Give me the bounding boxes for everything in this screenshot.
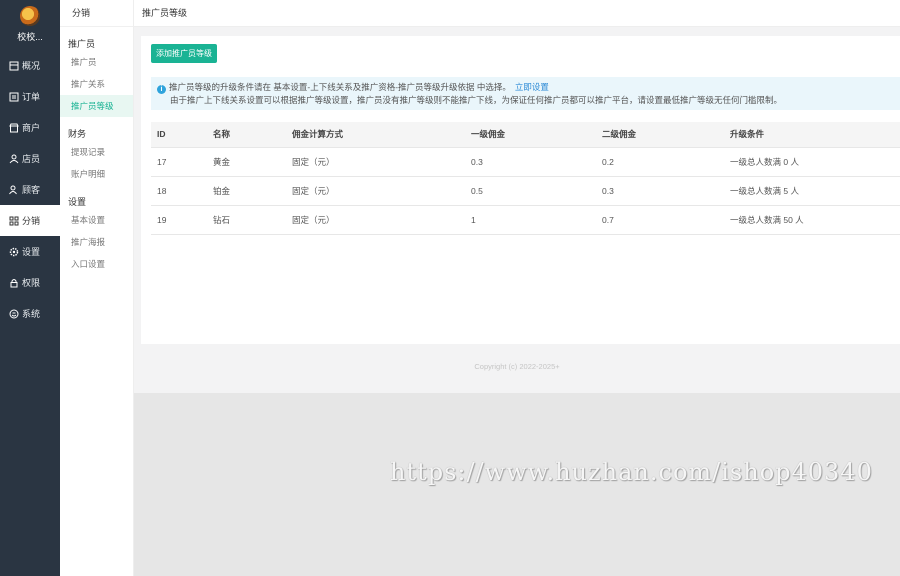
content-area: 添加推广员等级 i 推广员等级的升级条件请在 基本设置-上下线关系及推广资格-推广…: [134, 27, 900, 393]
subnav-item-account-details[interactable]: 账户明细: [60, 163, 133, 185]
shop-logo: [20, 6, 40, 26]
cell-level1-commission: 0.3: [467, 147, 598, 177]
nav-label: 设置: [22, 247, 41, 257]
nav-label: 店员: [22, 154, 41, 164]
staff-icon: [8, 153, 19, 164]
customer-icon: [8, 184, 19, 195]
cell-name: 铂金: [209, 176, 288, 206]
info-icon: i: [157, 85, 166, 94]
cell-level2-commission: 0.7: [598, 205, 726, 235]
cell-name: 黄金: [209, 147, 288, 177]
nav-label: 分销: [22, 216, 41, 226]
nav-item-staff[interactable]: 店员: [0, 143, 60, 174]
nav-item-customers[interactable]: 顾客: [0, 174, 60, 205]
subnav-item-promoter-levels[interactable]: 推广员等级: [60, 95, 133, 117]
shop-name: 校校...: [17, 32, 43, 42]
merchant-icon: [8, 122, 19, 133]
add-level-button[interactable]: 添加推广员等级: [151, 44, 217, 63]
order-icon: [8, 91, 19, 102]
subnav-title: 分销: [60, 0, 133, 27]
subnav-item-promoters[interactable]: 推广员: [60, 51, 133, 73]
nav-item-overview[interactable]: 概况: [0, 50, 60, 81]
col-header-commission-method: 佣金计算方式: [288, 122, 467, 148]
cell-id: 17: [151, 147, 209, 177]
page-title: 推广员等级: [142, 8, 188, 18]
cell-commission-method: 固定（元）: [288, 176, 467, 206]
cell-level1-commission: 1: [467, 205, 598, 235]
cell-name: 钻石: [209, 205, 288, 235]
cell-level1-commission: 0.5: [467, 176, 598, 206]
subnav-group-promoter: 推广员: [68, 39, 96, 49]
col-header-upgrade-condition: 升级条件: [726, 122, 900, 148]
sub-sidebar: 分销 推广员 推广员 推广关系 推广员等级 财务 提现记录 账户明细 设置 基本…: [60, 0, 134, 576]
nav-label: 顾客: [22, 185, 41, 195]
nav-item-distribution[interactable]: 分销: [0, 205, 60, 236]
setup-now-link[interactable]: 立即设置: [515, 82, 549, 92]
subnav-item-entry-settings[interactable]: 入口设置: [60, 253, 133, 275]
subnav-group-finance: 财务: [68, 129, 87, 139]
cell-level2-commission: 0.3: [598, 176, 726, 206]
table-header-row: ID 名称 佣金计算方式 一级佣金 二级佣金 升级条件: [151, 122, 900, 148]
levels-table: ID 名称 佣金计算方式 一级佣金 二级佣金 升级条件 17 黄金 固定（元） …: [151, 122, 900, 235]
cell-commission-method: 固定（元）: [288, 147, 467, 177]
subnav-item-basic-settings[interactable]: 基本设置: [60, 209, 133, 231]
nav-label: 概况: [22, 61, 41, 71]
table-row[interactable]: 17 黄金 固定（元） 0.3 0.2 一级总人数满 0 人: [151, 147, 900, 177]
lock-icon: [8, 277, 19, 288]
col-header-level1-commission: 一级佣金: [467, 122, 598, 148]
content-panel: 添加推广员等级 i 推广员等级的升级条件请在 基本设置-上下线关系及推广资格-推广…: [141, 36, 900, 344]
watermark-text: https://www.huzhan.com/ishop40340: [390, 458, 873, 486]
page-header: 推广员等级: [134, 0, 900, 27]
subnav-item-promotion-relations[interactable]: 推广关系: [60, 73, 133, 95]
nav-label: 权限: [22, 278, 41, 288]
nav-item-settings[interactable]: 设置: [0, 236, 60, 267]
col-header-id: ID: [151, 122, 209, 148]
main-sidebar: 校校... 概况 订单 商户 店员 顾客 分销 设置 权限 系统: [0, 0, 60, 576]
nav-label: 商户: [22, 123, 41, 133]
nav-item-orders[interactable]: 订单: [0, 81, 60, 112]
col-header-level2-commission: 二级佣金: [598, 122, 726, 148]
shop-header[interactable]: 校校...: [0, 0, 60, 50]
nav-label: 系统: [22, 309, 41, 319]
cell-upgrade-condition: 一级总人数满 5 人: [726, 176, 900, 206]
system-icon: [8, 308, 19, 319]
cell-upgrade-condition: 一级总人数满 50 人: [726, 205, 900, 235]
cell-id: 18: [151, 176, 209, 206]
nav-item-permissions[interactable]: 权限: [0, 267, 60, 298]
subnav-group-settings: 设置: [68, 197, 87, 207]
col-header-name: 名称: [209, 122, 288, 148]
cell-level2-commission: 0.2: [598, 147, 726, 177]
dashboard-icon: [8, 60, 19, 71]
alert-line-2: 由于推广上下线关系设置可以根据推广等级设置，推广员没有推广等级则不能推广下线，为…: [170, 95, 783, 105]
subnav-item-withdrawals[interactable]: 提现记录: [60, 141, 133, 163]
info-alert: i 推广员等级的升级条件请在 基本设置-上下线关系及推广资格-推广员等级升级依据 …: [151, 77, 900, 110]
alert-line-1: 推广员等级的升级条件请在 基本设置-上下线关系及推广资格-推广员等级升级依据 中…: [169, 82, 511, 92]
subnav-item-promotion-poster[interactable]: 推广海报: [60, 231, 133, 253]
copyright-footer: Copyright (c) 2022-2025+: [474, 362, 560, 371]
table-row[interactable]: 18 铂金 固定（元） 0.5 0.3 一级总人数满 5 人: [151, 176, 900, 206]
nav-item-merchants[interactable]: 商户: [0, 112, 60, 143]
cell-id: 19: [151, 205, 209, 235]
gear-icon: [8, 246, 19, 257]
distribution-icon: [8, 215, 19, 226]
nav-label: 订单: [22, 92, 41, 102]
nav-item-system[interactable]: 系统: [0, 298, 60, 329]
cell-upgrade-condition: 一级总人数满 0 人: [726, 147, 900, 177]
cell-commission-method: 固定（元）: [288, 205, 467, 235]
table-row[interactable]: 19 钻石 固定（元） 1 0.7 一级总人数满 50 人: [151, 205, 900, 235]
